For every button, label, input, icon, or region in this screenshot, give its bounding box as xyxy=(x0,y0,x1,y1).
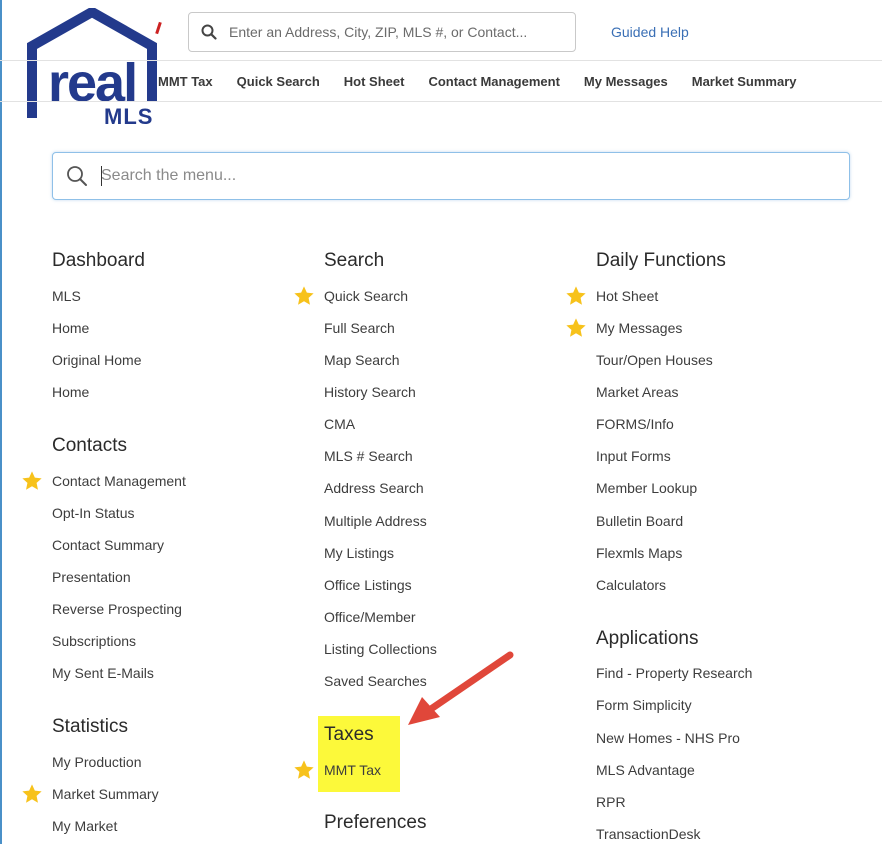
menu-item-reverse-prospecting[interactable]: Reverse Prospecting xyxy=(52,601,182,617)
left-edge-border xyxy=(0,0,2,844)
menu-item-office-listings[interactable]: Office Listings xyxy=(324,577,412,593)
menu-item-form-simplicity[interactable]: Form Simplicity xyxy=(596,697,692,713)
menu-item-member-lookup[interactable]: Member Lookup xyxy=(596,480,697,496)
menu-search-input[interactable] xyxy=(101,167,831,185)
menu-item-subscriptions[interactable]: Subscriptions xyxy=(52,633,136,649)
menu-item-rpr[interactable]: RPR xyxy=(596,794,626,810)
menu-item-quick-search[interactable]: Quick Search xyxy=(324,288,408,304)
menu-item-tour-open-houses[interactable]: Tour/Open Houses xyxy=(596,352,713,368)
menu-item-calculators[interactable]: Calculators xyxy=(596,577,666,593)
nav-item-quick-search[interactable]: Quick Search xyxy=(237,74,320,89)
menu-item-opt-in-status[interactable]: Opt-In Status xyxy=(52,505,134,521)
menu-item-market-areas[interactable]: Market Areas xyxy=(596,384,678,400)
nav-item-contact-management[interactable]: Contact Management xyxy=(428,74,559,89)
menu-item-my-messages[interactable]: My Messages xyxy=(596,320,682,336)
guided-help-link[interactable]: Guided Help xyxy=(611,24,689,40)
nav-item-my-messages[interactable]: My Messages xyxy=(584,74,668,89)
favorite-star-icon[interactable] xyxy=(293,285,315,307)
menu-item-my-market[interactable]: My Market xyxy=(52,818,117,834)
menu-item-office-member[interactable]: Office/Member xyxy=(324,609,416,625)
section-title-preferences: Preferences xyxy=(324,812,427,833)
menu-item-cma[interactable]: CMA xyxy=(324,416,355,432)
menu-item-home[interactable]: Home xyxy=(52,320,89,336)
menu-item-full-search[interactable]: Full Search xyxy=(324,320,395,336)
menu-item-my-production[interactable]: My Production xyxy=(52,754,141,770)
menu-item-contact-summary[interactable]: Contact Summary xyxy=(52,537,164,553)
annotation-arrow-icon xyxy=(408,651,514,725)
menu-item-my-sent-emails[interactable]: My Sent E-Mails xyxy=(52,665,154,681)
menu-item-new-homes-nhs-pro[interactable]: New Homes - NHS Pro xyxy=(596,730,740,746)
favorite-star-icon[interactable] xyxy=(21,783,43,805)
menu-search-box[interactable] xyxy=(52,152,850,200)
header-divider xyxy=(0,60,882,61)
section-title-applications: Applications xyxy=(596,628,699,649)
menu-item-history-search[interactable]: History Search xyxy=(324,384,416,400)
logo-sub: MLS xyxy=(104,104,154,129)
section-title-search: Search xyxy=(324,250,385,271)
menu-item-input-forms[interactable]: Input Forms xyxy=(596,448,671,464)
realmls-logo[interactable]: real MLS xyxy=(26,8,162,132)
menu-item-contact-management[interactable]: Contact Management xyxy=(52,473,186,489)
text-cursor xyxy=(101,166,102,186)
menu-item-mls[interactable]: MLS xyxy=(52,288,81,304)
search-icon xyxy=(189,24,229,40)
menu-item-mls-advantage[interactable]: MLS Advantage xyxy=(596,762,695,778)
menu-item-transactiondesk[interactable]: TransactionDesk xyxy=(596,826,701,842)
menu-item-mls-number-search[interactable]: MLS # Search xyxy=(324,448,413,464)
section-title-contacts: Contacts xyxy=(52,435,127,456)
global-search-input[interactable] xyxy=(229,24,559,40)
menu-item-flexmls-maps[interactable]: Flexmls Maps xyxy=(596,545,682,561)
menu-item-address-search[interactable]: Address Search xyxy=(324,480,424,496)
favorite-star-icon[interactable] xyxy=(293,759,315,781)
favorite-star-icon[interactable] xyxy=(565,317,587,339)
menu-item-mmt-tax[interactable]: MMT Tax xyxy=(324,762,381,778)
global-search-box[interactable] xyxy=(188,12,576,52)
favorite-star-icon[interactable] xyxy=(21,470,43,492)
menu-item-market-summary[interactable]: Market Summary xyxy=(52,786,159,802)
nav-divider xyxy=(0,101,882,102)
menu-item-bulletin-board[interactable]: Bulletin Board xyxy=(596,513,683,529)
section-title-taxes: Taxes xyxy=(324,724,374,745)
menu-item-forms-info[interactable]: FORMS/Info xyxy=(596,416,674,432)
nav-item-hot-sheet[interactable]: Hot Sheet xyxy=(344,74,405,89)
menu-item-hot-sheet[interactable]: Hot Sheet xyxy=(596,288,658,304)
nav-item-mmt-tax[interactable]: MMT Tax xyxy=(158,74,213,89)
nav-item-market-summary[interactable]: Market Summary xyxy=(692,74,797,89)
menu-item-my-listings[interactable]: My Listings xyxy=(324,545,394,561)
section-title-dashboard: Dashboard xyxy=(52,250,145,271)
menu-item-find-property-research[interactable]: Find - Property Research xyxy=(596,665,752,681)
menu-item-map-search[interactable]: Map Search xyxy=(324,352,399,368)
menu-item-home-2[interactable]: Home xyxy=(52,384,89,400)
section-title-daily-functions: Daily Functions xyxy=(596,250,726,271)
section-title-statistics: Statistics xyxy=(52,716,129,737)
menu-item-multiple-address[interactable]: Multiple Address xyxy=(324,513,427,529)
favorites-nav: MMT Tax Quick Search Hot Sheet Contact M… xyxy=(158,62,821,100)
menu-item-presentation[interactable]: Presentation xyxy=(52,569,131,585)
search-icon xyxy=(53,165,101,187)
favorite-star-icon[interactable] xyxy=(565,285,587,307)
menu-item-original-home[interactable]: Original Home xyxy=(52,352,141,368)
